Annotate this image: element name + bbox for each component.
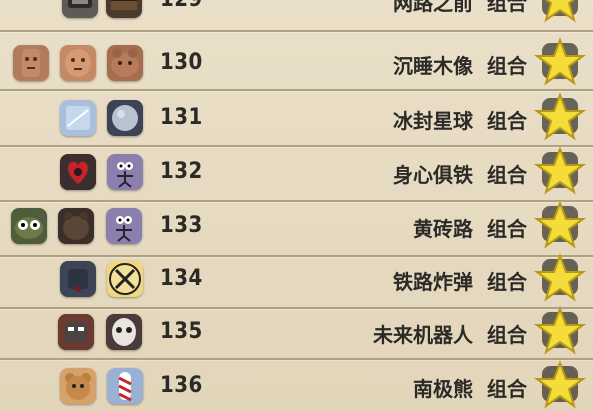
list-item[interactable]: 129 网路之前 组合: [0, 0, 593, 27]
combo-number: 131: [160, 105, 203, 130]
combo-name: 身心俱铁: [393, 163, 473, 187]
combo-name: 沉睡木像: [393, 54, 473, 78]
list-item[interactable]: 131 冰封星球 组合: [0, 91, 593, 145]
star-icon: [544, 0, 576, 23]
combo-number: 132: [160, 159, 203, 184]
combo-name: 未来机器人: [373, 323, 473, 347]
treasure-chest-icon: [106, 0, 142, 18]
list-item[interactable]: 135 未来机器人 组合: [0, 305, 593, 359]
robot-icon: [58, 314, 94, 350]
combo-number: 136: [160, 373, 203, 398]
combo-suffix: 组合: [487, 217, 527, 241]
combination-list: 129 网路之前 组合 130 沉睡木像 组合 131: [0, 0, 593, 411]
tv-robot-icon: [62, 0, 98, 18]
wooden-doll-icon: [13, 45, 49, 81]
combo-number: 129: [160, 0, 203, 12]
combo-suffix: 组合: [487, 54, 527, 78]
list-item[interactable]: 134 铁路炸弹 组合: [0, 252, 593, 306]
combo-name: 冰封星球: [393, 109, 473, 133]
row-divider: [0, 30, 593, 32]
combo-suffix: 组合: [487, 270, 527, 294]
green-creature-icon: [11, 208, 47, 244]
barber-pole-icon: [107, 368, 143, 404]
star-icon: [534, 37, 586, 86]
combo-suffix: 组合: [487, 323, 527, 347]
combo-name: 铁路炸弹: [393, 270, 473, 294]
star-icon: [534, 253, 586, 302]
teddy-bear-icon: [60, 368, 96, 404]
star-icon: [534, 200, 586, 249]
wooden-mask-icon: [107, 45, 143, 81]
combo-number: 130: [160, 50, 203, 75]
combo-suffix: 组合: [487, 163, 527, 187]
star-icon: [534, 360, 586, 409]
combo-name: 黄砖路: [413, 217, 473, 241]
combo-name: 南极熊: [413, 377, 473, 401]
star-icon: [534, 146, 586, 195]
list-item[interactable]: 133 黄砖路 组合: [0, 199, 593, 253]
combo-number: 133: [160, 213, 203, 238]
planet-icon: [107, 100, 143, 136]
stick-figure-icon: [107, 154, 143, 190]
combo-suffix: 组合: [487, 109, 527, 133]
combo-name: 网路之前: [393, 0, 473, 15]
bomb-icon: [60, 261, 96, 297]
combo-number: 134: [160, 266, 203, 291]
ice-block-icon: [60, 100, 96, 136]
combo-number: 135: [160, 319, 203, 344]
wooden-head-icon: [60, 45, 96, 81]
dark-creature-icon: [58, 208, 94, 244]
list-item[interactable]: 136 南极熊 组合: [0, 359, 593, 411]
stick-figure-icon: [106, 208, 142, 244]
star-icon: [534, 92, 586, 141]
list-item[interactable]: 132 身心俱铁 组合: [0, 145, 593, 199]
heart-icon: [60, 154, 96, 190]
skull-mask-icon: [106, 314, 142, 350]
star-icon: [534, 306, 586, 355]
combo-suffix: 组合: [487, 0, 527, 15]
list-item[interactable]: 130 沉睡木像 组合: [0, 36, 593, 90]
combo-suffix: 组合: [487, 377, 527, 401]
railroad-crossing-icon: [107, 261, 143, 297]
